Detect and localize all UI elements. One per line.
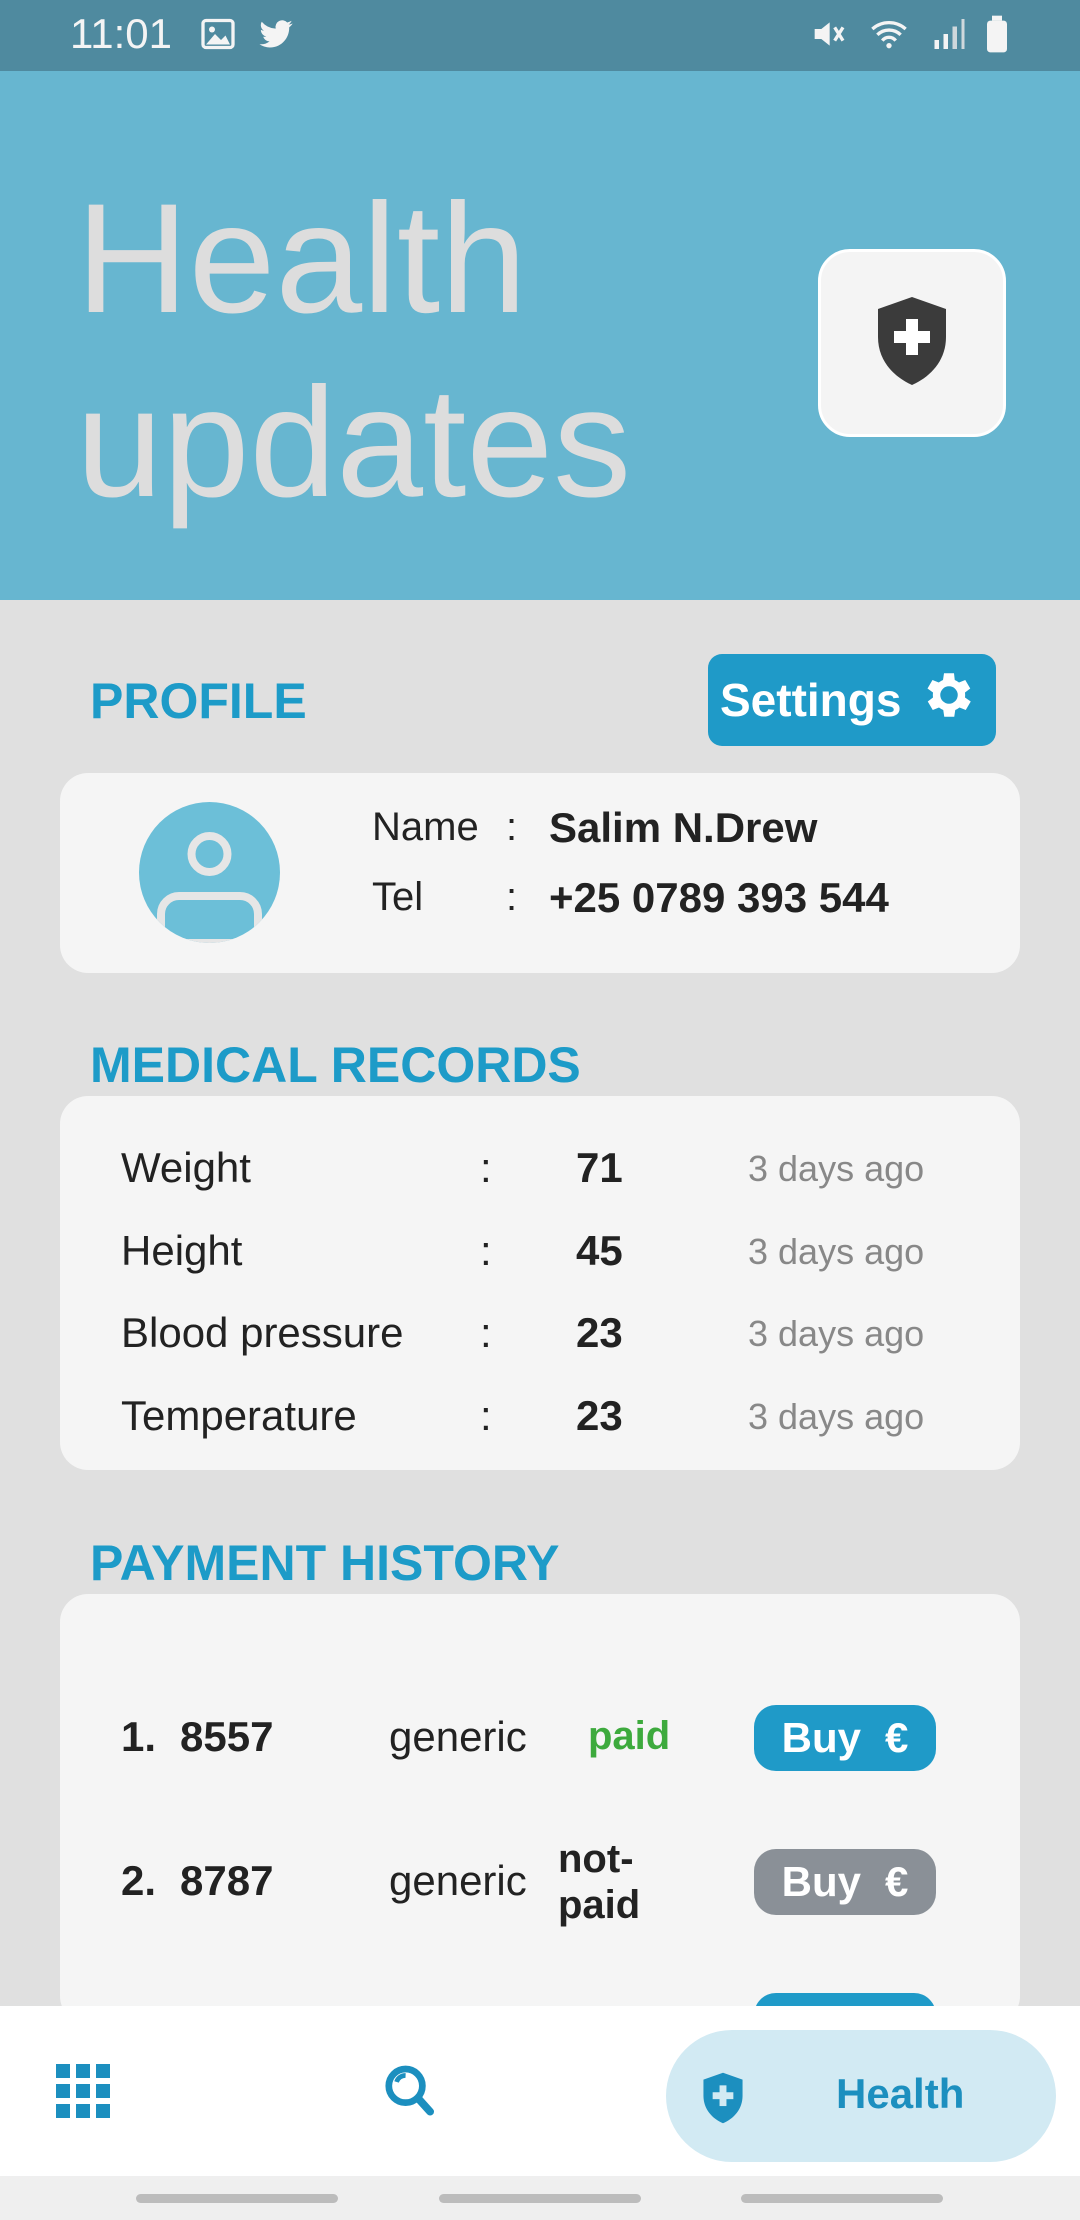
app-header: Health updates xyxy=(0,71,1080,600)
status-left-icons xyxy=(200,16,296,57)
health-badge-button[interactable] xyxy=(818,249,1006,437)
payment-status-paid: paid xyxy=(588,1714,671,1758)
record-label-height: Height xyxy=(121,1227,243,1274)
payment-type: generic xyxy=(389,1857,527,1904)
status-right-icons xyxy=(808,14,1010,59)
record-value-blood-pressure: 23 xyxy=(576,1309,623,1356)
wifi-icon xyxy=(866,14,912,59)
record-label-temperature: Temperature xyxy=(121,1392,357,1439)
payment-index: 2. xyxy=(121,1857,157,1904)
bottom-nav: Health xyxy=(0,2006,1080,2176)
settings-label: Settings xyxy=(720,674,902,726)
shield-plus-icon xyxy=(700,2070,746,2131)
signal-icon xyxy=(930,16,966,57)
euro-icon: € xyxy=(885,1858,909,1905)
payment-type: generic xyxy=(389,1713,527,1760)
tel-label: Tel xyxy=(372,875,424,919)
gesture-bar xyxy=(0,2176,1080,2220)
buy-label: Buy xyxy=(781,1714,861,1761)
medical-records-section-title: MEDICAL RECORDS xyxy=(90,1037,581,1093)
nav-home-pill[interactable] xyxy=(439,2194,641,2203)
twitter-icon xyxy=(256,16,296,57)
mute-icon xyxy=(808,14,848,59)
tel-value: +25 0789 393 544 xyxy=(549,874,889,921)
record-value-weight: 71 xyxy=(576,1144,623,1191)
record-separator: : xyxy=(480,1392,492,1439)
shield-plus-icon xyxy=(872,293,952,394)
record-label-blood-pressure: Blood pressure xyxy=(121,1309,404,1356)
search-icon[interactable] xyxy=(372,2060,434,2127)
name-value: Salim N.Drew xyxy=(549,804,818,851)
record-separator: : xyxy=(480,1227,492,1274)
record-value-temperature: 23 xyxy=(576,1392,623,1439)
nav-recents-pill[interactable] xyxy=(136,2194,338,2203)
buy-button[interactable]: Buy € xyxy=(754,1705,936,1771)
euro-icon: € xyxy=(885,1714,909,1761)
buy-label: Buy xyxy=(781,1858,861,1905)
payment-status-not-paid: not-paid xyxy=(558,1837,641,1927)
status-time: 11:01 xyxy=(70,10,172,57)
gear-icon xyxy=(919,665,979,736)
name-label: Name xyxy=(372,805,479,849)
page-title: Health updates xyxy=(76,172,632,530)
battery-icon xyxy=(984,14,1010,59)
record-time-temperature: 3 days ago xyxy=(748,1396,925,1437)
record-time-height: 3 days ago xyxy=(748,1231,925,1272)
avatar[interactable] xyxy=(139,802,280,943)
nav-health-tab[interactable]: Health xyxy=(666,2030,1056,2162)
payment-index: 1. xyxy=(121,1713,157,1760)
nav-health-label: Health xyxy=(836,2070,965,2117)
record-separator: : xyxy=(480,1309,492,1356)
tel-separator: : xyxy=(506,875,518,919)
record-time-blood-pressure: 3 days ago xyxy=(748,1313,925,1354)
grid-icon[interactable] xyxy=(56,2064,110,2123)
payment-code: 8787 xyxy=(180,1857,274,1904)
nav-back-pill[interactable] xyxy=(741,2194,943,2203)
buy-button-disabled[interactable]: Buy € xyxy=(754,1849,936,1915)
record-time-weight: 3 days ago xyxy=(748,1148,925,1189)
profile-section-title: PROFILE xyxy=(90,673,307,729)
image-icon xyxy=(200,16,236,57)
payment-history-card xyxy=(60,1594,1020,2024)
payment-history-section-title: PAYMENT HISTORY xyxy=(90,1535,560,1591)
name-separator: : xyxy=(506,805,518,849)
record-value-height: 45 xyxy=(576,1227,623,1274)
record-separator: : xyxy=(480,1144,492,1191)
record-label-weight: Weight xyxy=(121,1144,251,1191)
status-bar: 11:01 xyxy=(0,0,1080,71)
payment-code: 8557 xyxy=(180,1713,274,1760)
settings-button[interactable]: Settings xyxy=(708,654,996,746)
